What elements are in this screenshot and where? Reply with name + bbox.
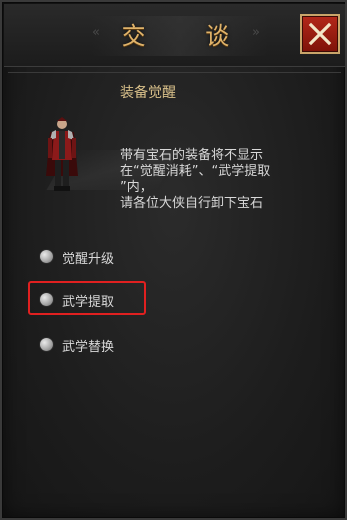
info-line: 请各位大侠自行卸下宝石: [120, 196, 264, 211]
dialog-panel: « » 交 谈 装备觉醒 带有宝石的装备将不显示 在“觉醒消耗”、“武学提取 ”…: [0, 0, 347, 520]
dialog-title: 交 谈: [121, 22, 256, 50]
info-line: ”内，: [120, 180, 153, 195]
close-icon: [308, 22, 332, 46]
npc-figure-icon: [46, 117, 78, 191]
radio-bullet-icon: [40, 293, 53, 306]
close-button[interactable]: [300, 14, 340, 54]
info-line: 带有宝石的装备将不显示: [120, 148, 264, 163]
header-divider: [8, 66, 341, 73]
info-line: 在“觉醒消耗”、“武学提取: [120, 164, 271, 179]
option-label: 武学替换: [62, 340, 115, 355]
section-title: 装备觉醒: [120, 85, 176, 101]
info-text: 带有宝石的装备将不显示 在“觉醒消耗”、“武学提取 ”内， 请各位大侠自行卸下宝…: [120, 148, 330, 212]
radio-bullet-icon: [40, 338, 53, 351]
option-label: 武学提取: [62, 295, 115, 310]
option-label: 觉醒升级: [62, 252, 115, 267]
radio-bullet-icon: [40, 250, 53, 263]
